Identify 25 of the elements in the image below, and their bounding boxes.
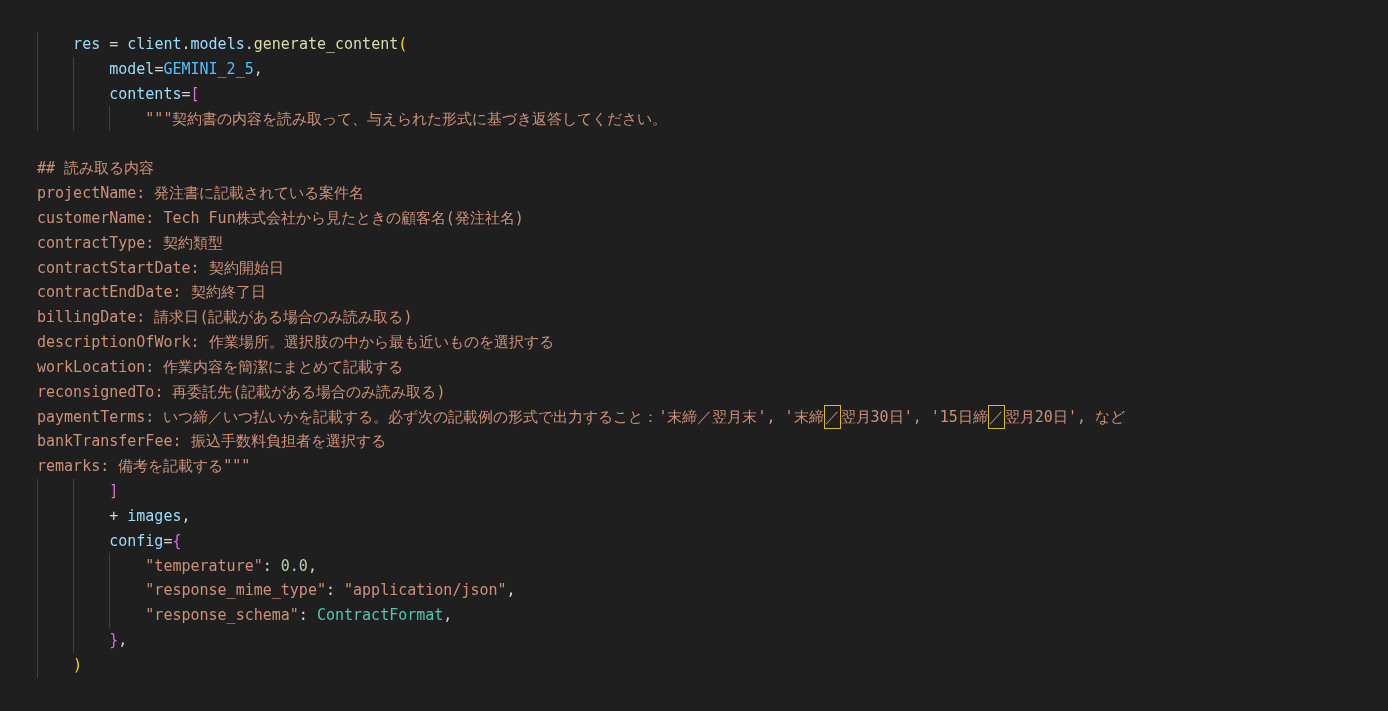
code-line: ## 読み取る内容 xyxy=(37,158,155,180)
code-line: ) xyxy=(73,654,83,676)
code-line: billingDate: 請求日(記載がある場合のみ読み取る) xyxy=(37,307,413,329)
code-line: "temperature": 0.0, xyxy=(145,555,317,577)
code-line: bankTransferFee: 振込手数料負担者を選択する xyxy=(37,431,386,453)
code-line: customerName: Tech Fun株式会社から見たときの顧客名(発注社名) xyxy=(37,207,524,229)
code-line: contractType: 契約類型 xyxy=(37,232,224,254)
code-line: "response_schema": ContractFormat, xyxy=(145,605,453,627)
code-line: model=GEMINI_2_5, xyxy=(109,59,263,80)
code-line: contents=[ xyxy=(109,83,200,105)
code-line: reconsignedTo: 再委託先(記載がある場合のみ読み取る) xyxy=(37,381,446,403)
code-line: + images, xyxy=(109,505,191,527)
code-line: descriptionOfWork: 作業場所。選択肢の中から最も近いものを選択する xyxy=(37,332,554,354)
code-line: remarks: 備考を記載する""" xyxy=(37,456,251,478)
code-line: paymentTerms: いつ締／いつ払いかを記載する。必ず次の記載例の形式で出力すること：'末締／翌月末', '末締／翌月30日', '15日締／翌月20日', など xyxy=(37,404,1125,430)
code-line: """契約書の内容を読み取って、与えられた形式に基づき返答してください。 xyxy=(145,108,668,130)
code-line: contractEndDate: 契約終了日 xyxy=(37,282,266,304)
code-line: contractStartDate: 契約開始日 xyxy=(37,257,284,279)
code-line: "response_mime_type": "application/json", xyxy=(145,580,516,602)
code-line: config={ xyxy=(109,530,182,552)
code-line: projectName: 発注書に記載されている案件名 xyxy=(37,183,365,205)
code-line: }, xyxy=(109,630,128,652)
code-line: ] xyxy=(109,481,119,503)
code-line: workLocation: 作業内容を簡潔にまとめて記載する xyxy=(37,356,404,378)
code-line: res = client.models.generate_content( xyxy=(73,34,408,56)
